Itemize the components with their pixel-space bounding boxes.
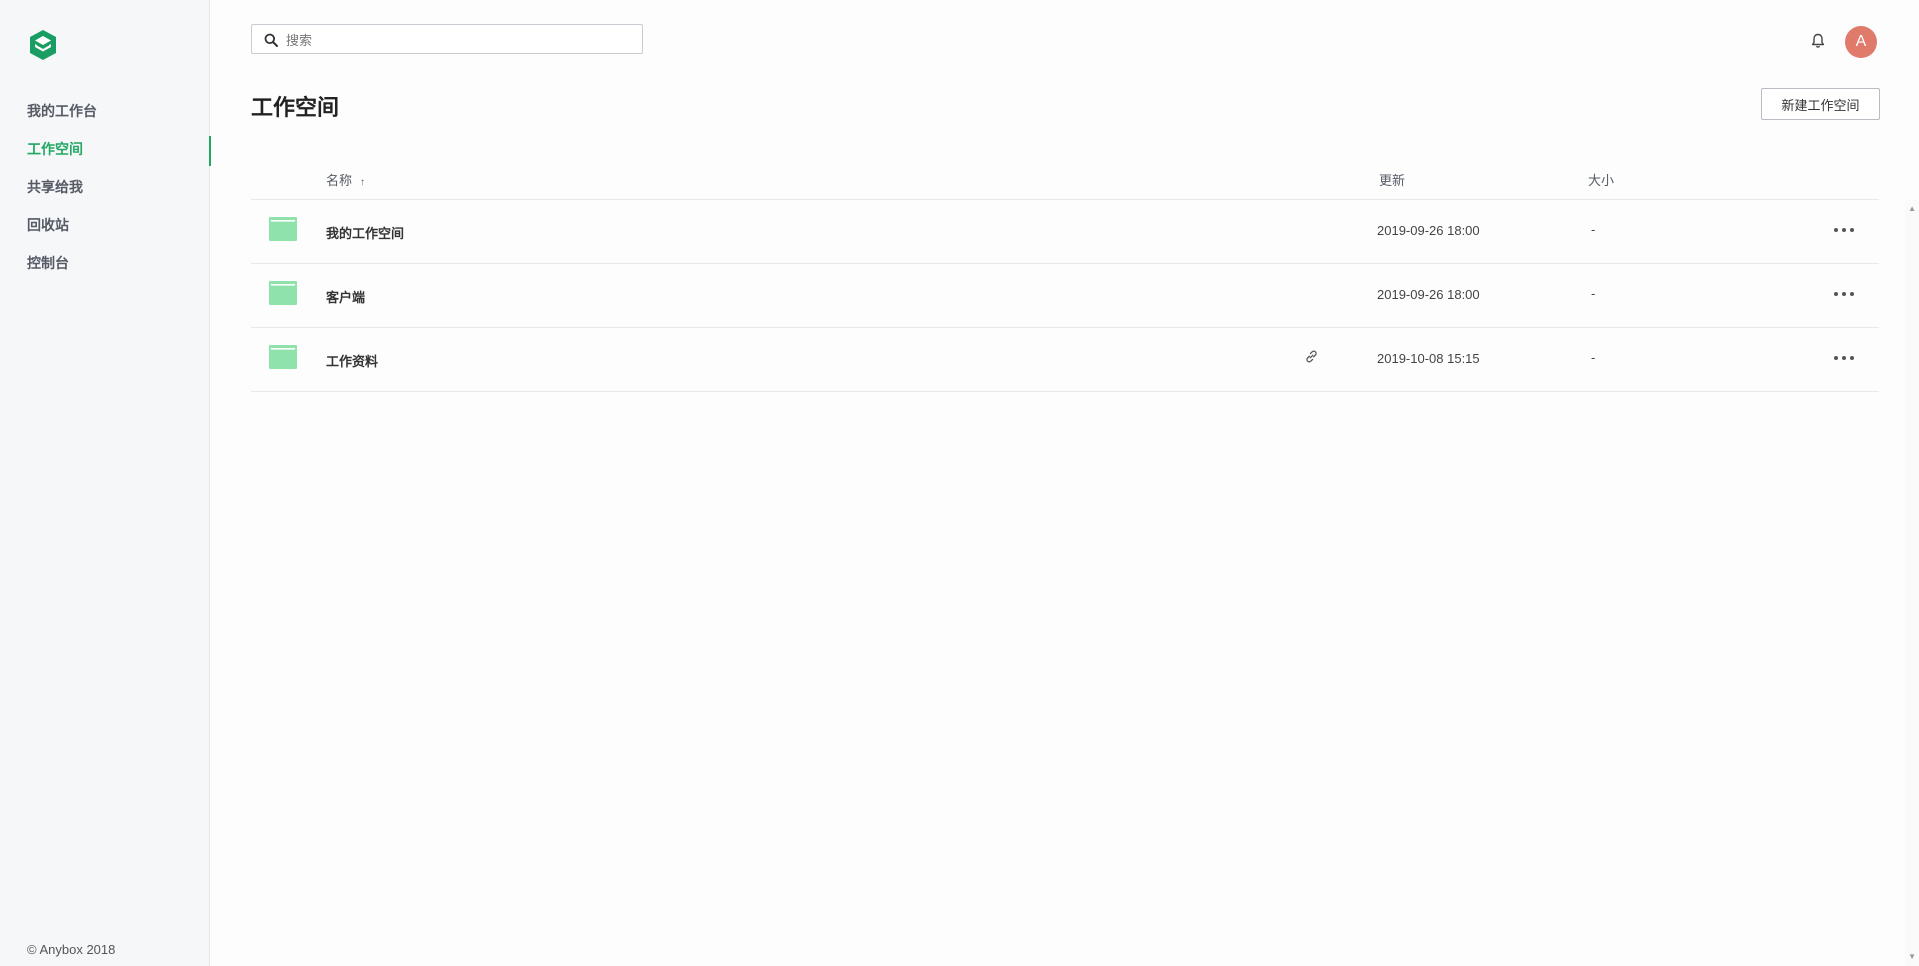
search-icon <box>264 33 278 47</box>
scroll-down-arrow-icon[interactable]: ▼ <box>1908 952 1916 961</box>
copyright-text: © Anybox 2018 <box>27 942 116 957</box>
more-options-icon[interactable] <box>1831 221 1857 239</box>
column-header-name[interactable]: 名称 ↑ <box>326 170 365 189</box>
sort-ascending-icon[interactable]: ↑ <box>360 177 365 188</box>
more-options-icon[interactable] <box>1831 285 1857 303</box>
folder-icon <box>269 345 297 369</box>
size-value: - <box>1591 222 1596 237</box>
avatar[interactable]: A <box>1845 26 1877 58</box>
updated-time: 2019-09-26 18:00 <box>1377 223 1480 238</box>
sidebar-nav: 我的工作台 工作空间 共享给我 回收站 控制台 <box>0 92 211 282</box>
sidebar-item-recycle-bin[interactable]: 回收站 <box>0 206 210 244</box>
size-value: - <box>1591 286 1596 301</box>
table-row[interactable]: 客户端 2019-09-26 18:00 - <box>251 264 1879 328</box>
column-header-size[interactable]: 大小 <box>1588 170 1614 189</box>
page-title: 工作空间 <box>251 95 340 120</box>
sidebar-item-workspaces[interactable]: 工作空间 <box>0 130 211 168</box>
search-input[interactable] <box>284 29 628 51</box>
workspace-name[interactable]: 工作资料 <box>326 351 378 370</box>
updated-time: 2019-09-26 18:00 <box>1377 287 1480 302</box>
sidebar: 我的工作台 工作空间 共享给我 回收站 控制台 © Anybox 2018 <box>0 0 211 966</box>
scroll-up-arrow-icon[interactable]: ▲ <box>1908 204 1916 213</box>
folder-icon <box>269 217 297 241</box>
main-content: A 工作空间 新建工作空间 名称 ↑ 更新 大小 我的工作空间 2019-09-2… <box>211 0 1919 966</box>
sidebar-item-shared-with-me[interactable]: 共享给我 <box>0 168 210 206</box>
new-workspace-button[interactable]: 新建工作空间 <box>1761 88 1880 120</box>
more-options-icon[interactable] <box>1831 349 1857 367</box>
bell-icon[interactable] <box>1809 32 1827 50</box>
workspace-name[interactable]: 客户端 <box>326 287 365 306</box>
folder-icon <box>269 281 297 305</box>
sidebar-item-my-workbench[interactable]: 我的工作台 <box>0 92 210 130</box>
column-header-updated[interactable]: 更新 <box>1379 170 1405 189</box>
workspace-name[interactable]: 我的工作空间 <box>326 223 404 242</box>
anybox-logo-icon[interactable] <box>27 29 59 61</box>
share-link-icon[interactable] <box>1304 349 1319 364</box>
search-box <box>251 24 643 54</box>
updated-time: 2019-10-08 15:15 <box>1377 351 1480 366</box>
column-header-name-label: 名称 <box>326 173 353 188</box>
table-row[interactable]: 我的工作空间 2019-09-26 18:00 - <box>251 200 1879 264</box>
vertical-scrollbar[interactable] <box>1905 200 1919 966</box>
size-value: - <box>1591 350 1596 365</box>
workspace-table: 名称 ↑ 更新 大小 我的工作空间 2019-09-26 18:00 - 客户端 … <box>251 162 1879 392</box>
sidebar-item-console[interactable]: 控制台 <box>0 244 210 282</box>
table-header: 名称 ↑ 更新 大小 <box>251 162 1879 200</box>
table-row[interactable]: 工作资料 2019-10-08 15:15 - <box>251 328 1879 392</box>
